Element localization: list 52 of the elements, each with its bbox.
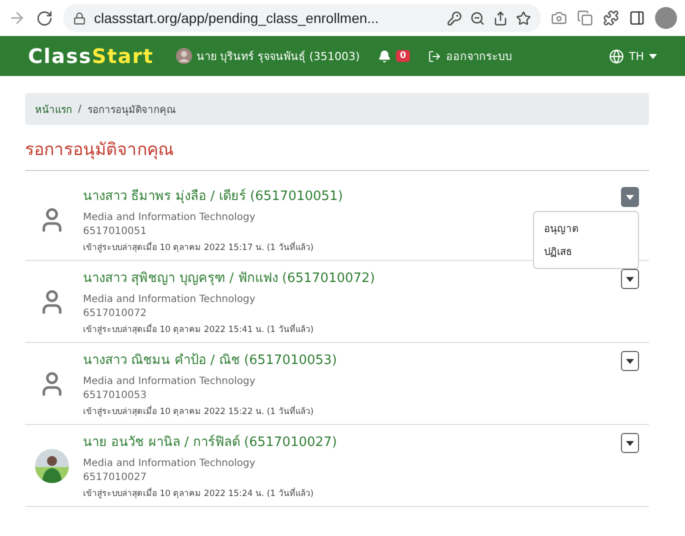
profile-avatar[interactable]	[655, 7, 677, 29]
student-name[interactable]: นาย อนวัช ผานิล / การ์ฟิลด์ (6517010027)	[83, 431, 337, 452]
notification-count: 0	[396, 50, 410, 62]
student-name[interactable]: นางสาว ธีมาพร มุ่งลือ / เดียร์ (6517010051)	[83, 185, 343, 206]
student-id: 6517010072	[83, 308, 147, 319]
student-id: 6517010053	[83, 390, 147, 401]
department-text: Media and Information Technology	[83, 458, 256, 469]
user-avatar-icon	[176, 48, 192, 64]
zoom-out-icon[interactable]	[470, 10, 485, 26]
language-menu[interactable]: TH	[609, 48, 657, 64]
actions-dropdown-button[interactable]	[621, 433, 639, 453]
student-name[interactable]: นางสาว สุพิชญา บุญครุฑ / ฟักแฟง (6517010072)	[83, 267, 375, 288]
department-text: Media and Information Technology	[83, 376, 256, 387]
menu-item[interactable]: อนุญาต	[534, 217, 638, 240]
student-id: 6517010051	[83, 226, 147, 237]
address-bar[interactable]: classstart.org/app/pending_class_enrollmen...	[63, 4, 541, 32]
bell-icon	[378, 50, 391, 62]
student-name[interactable]: นางสาว ณิชมน คำป้อ / ณิช (6517010053)	[83, 349, 337, 370]
logo[interactable]: ClassStart	[28, 44, 154, 68]
student-id: 6517010027	[83, 472, 147, 483]
caret-icon	[626, 194, 634, 200]
breadcrumb-link[interactable]: หน้าแรก	[35, 102, 72, 116]
key-icon[interactable]	[447, 10, 462, 26]
actions-dropdown-button[interactable]	[621, 351, 639, 371]
caret-icon	[626, 358, 634, 364]
caret-icon	[649, 54, 657, 58]
actions-dropdown-button[interactable]	[621, 269, 639, 289]
breadcrumb-separator: /	[78, 104, 82, 114]
department-text: Media and Information Technology	[83, 294, 256, 305]
department-text: Media and Information Technology	[83, 212, 256, 223]
logout-icon	[428, 50, 442, 62]
last-login-text: เข้าสู่ระบบล่าสุดเมื่อ 10 ตุลาคม 2022 15:17 น. (1 วันที่แล้ว)	[83, 240, 314, 254]
last-login-text: เข้าสู่ระบบล่าสุดเมื่อ 10 ตุลาคม 2022 15:24 น. (1 วันที่แล้ว)	[83, 486, 314, 500]
lock-icon	[73, 12, 86, 24]
extensions-icon[interactable]	[603, 10, 619, 26]
copy-icon[interactable]	[577, 10, 593, 26]
page-title: รอการอนุมัติจากคุณ	[25, 135, 649, 171]
breadcrumb-current: รอการอนุมัติจากคุณ	[87, 104, 176, 116]
reload-icon[interactable]	[36, 10, 53, 26]
caret-icon	[626, 276, 634, 282]
last-login-text: เข้าสู่ระบบล่าสุดเมื่อ 10 ตุลาคม 2022 15:22 น. (1 วันที่แล้ว)	[83, 404, 314, 418]
last-login-text: เข้าสู่ระบบล่าสุดเมื่อ 10 ตุลาคม 2022 15:41 น. (1 วันที่แล้ว)	[83, 322, 314, 336]
share-icon[interactable]	[493, 10, 508, 26]
star-icon[interactable]	[516, 10, 531, 26]
caret-icon	[626, 440, 634, 446]
globe-icon	[609, 48, 624, 64]
menu-item[interactable]: ปฏิเสธ	[534, 240, 638, 263]
logout-link[interactable]: ออกจากระบบ	[428, 47, 512, 65]
camera-icon[interactable]	[551, 10, 567, 26]
side-panel-icon[interactable]	[629, 10, 645, 26]
user-menu[interactable]: นาย บุรินทร์ รุจจนพันธุ์ (351003)	[176, 47, 360, 65]
notifications-button[interactable]: 0	[378, 50, 410, 62]
